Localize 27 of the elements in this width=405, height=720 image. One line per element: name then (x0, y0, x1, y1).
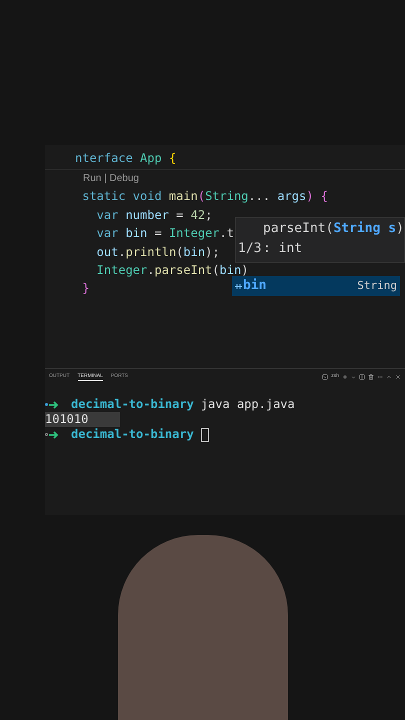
plus-icon[interactable] (342, 374, 348, 380)
prompt-directory: decimal-to-binary (71, 397, 194, 412)
chevron-up-icon[interactable] (386, 374, 392, 380)
sticky-scroll-line: nterface App { (45, 149, 405, 170)
return-type: : int (263, 240, 302, 258)
suggestion-item[interactable]: bin String (232, 276, 400, 296)
terminal-cursor (200, 428, 209, 442)
terminal-output: 101010 (45, 412, 120, 427)
variable-icon (235, 284, 242, 288)
trash-icon[interactable] (368, 374, 374, 380)
arrow-icon (49, 400, 59, 408)
signature-text: parseInt(String s) (262, 220, 404, 238)
command-text: java app.java (200, 397, 295, 412)
codelens-links[interactable]: Run | Debug (75, 170, 405, 188)
overload-counter[interactable]: 1/3 (236, 239, 263, 259)
chevron-down-icon[interactable] (351, 374, 356, 380)
terminal-icon (322, 374, 328, 380)
code-line: var bin = Integer.t (96, 226, 234, 240)
close-icon[interactable] (395, 374, 401, 380)
prompt-directory: decimal-to-binary (71, 427, 194, 442)
arrow-icon (49, 430, 59, 438)
code-line: static void main(String... args) { (81, 189, 328, 204)
code-line: Integer.parseInt(bin) (96, 263, 248, 278)
code-line: out.println(bin); (96, 244, 220, 259)
split-icon[interactable] (359, 374, 365, 380)
code-line: } (81, 281, 90, 296)
code-line: var number = 42; (96, 208, 212, 222)
